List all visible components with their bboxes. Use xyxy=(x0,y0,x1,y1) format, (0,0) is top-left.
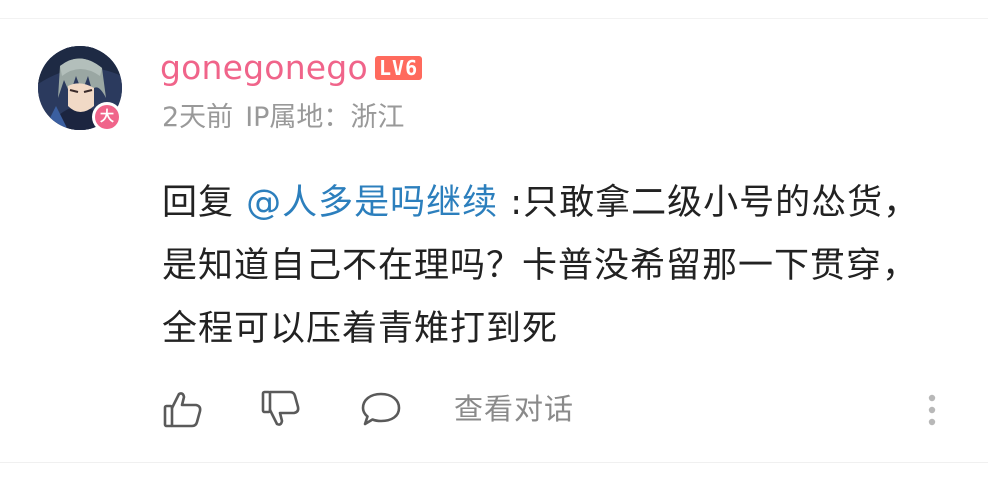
thumbs-up-icon[interactable] xyxy=(160,386,206,432)
view-conversation-button[interactable]: 查看对话 xyxy=(454,388,574,430)
thumbs-down-icon[interactable] xyxy=(258,386,304,432)
chat-bubble-icon[interactable] xyxy=(358,386,404,432)
level-badge: LV6 xyxy=(375,56,423,80)
mention-link[interactable]: @人多是吗继续 xyxy=(246,183,498,223)
comment-body: 回复 @人多是吗继续 :只敢拿二级小号的怂货，是知道自己不在理吗？卡普没希留那一… xyxy=(162,172,952,361)
badge-label: 大 xyxy=(95,105,119,129)
reply-prefix: 回复 xyxy=(162,183,247,223)
more-vertical-icon[interactable] xyxy=(922,388,942,432)
username[interactable]: gonegonego xyxy=(160,46,368,90)
bottom-divider xyxy=(0,462,988,463)
comment-actions: 查看对话 xyxy=(160,386,960,432)
top-divider xyxy=(0,18,988,19)
user-avatar[interactable]: 大 xyxy=(38,46,122,132)
ip-location: IP属地：浙江 xyxy=(245,102,405,133)
user-badge: 大 xyxy=(92,102,122,132)
comment-page: 大 gonegonego LV6 2天前 IP属地：浙江 回复 @人多是吗继续 :… xyxy=(0,0,988,500)
comment-meta: 2天前 IP属地：浙江 xyxy=(162,98,404,138)
comment-time: 2天前 xyxy=(162,102,234,133)
